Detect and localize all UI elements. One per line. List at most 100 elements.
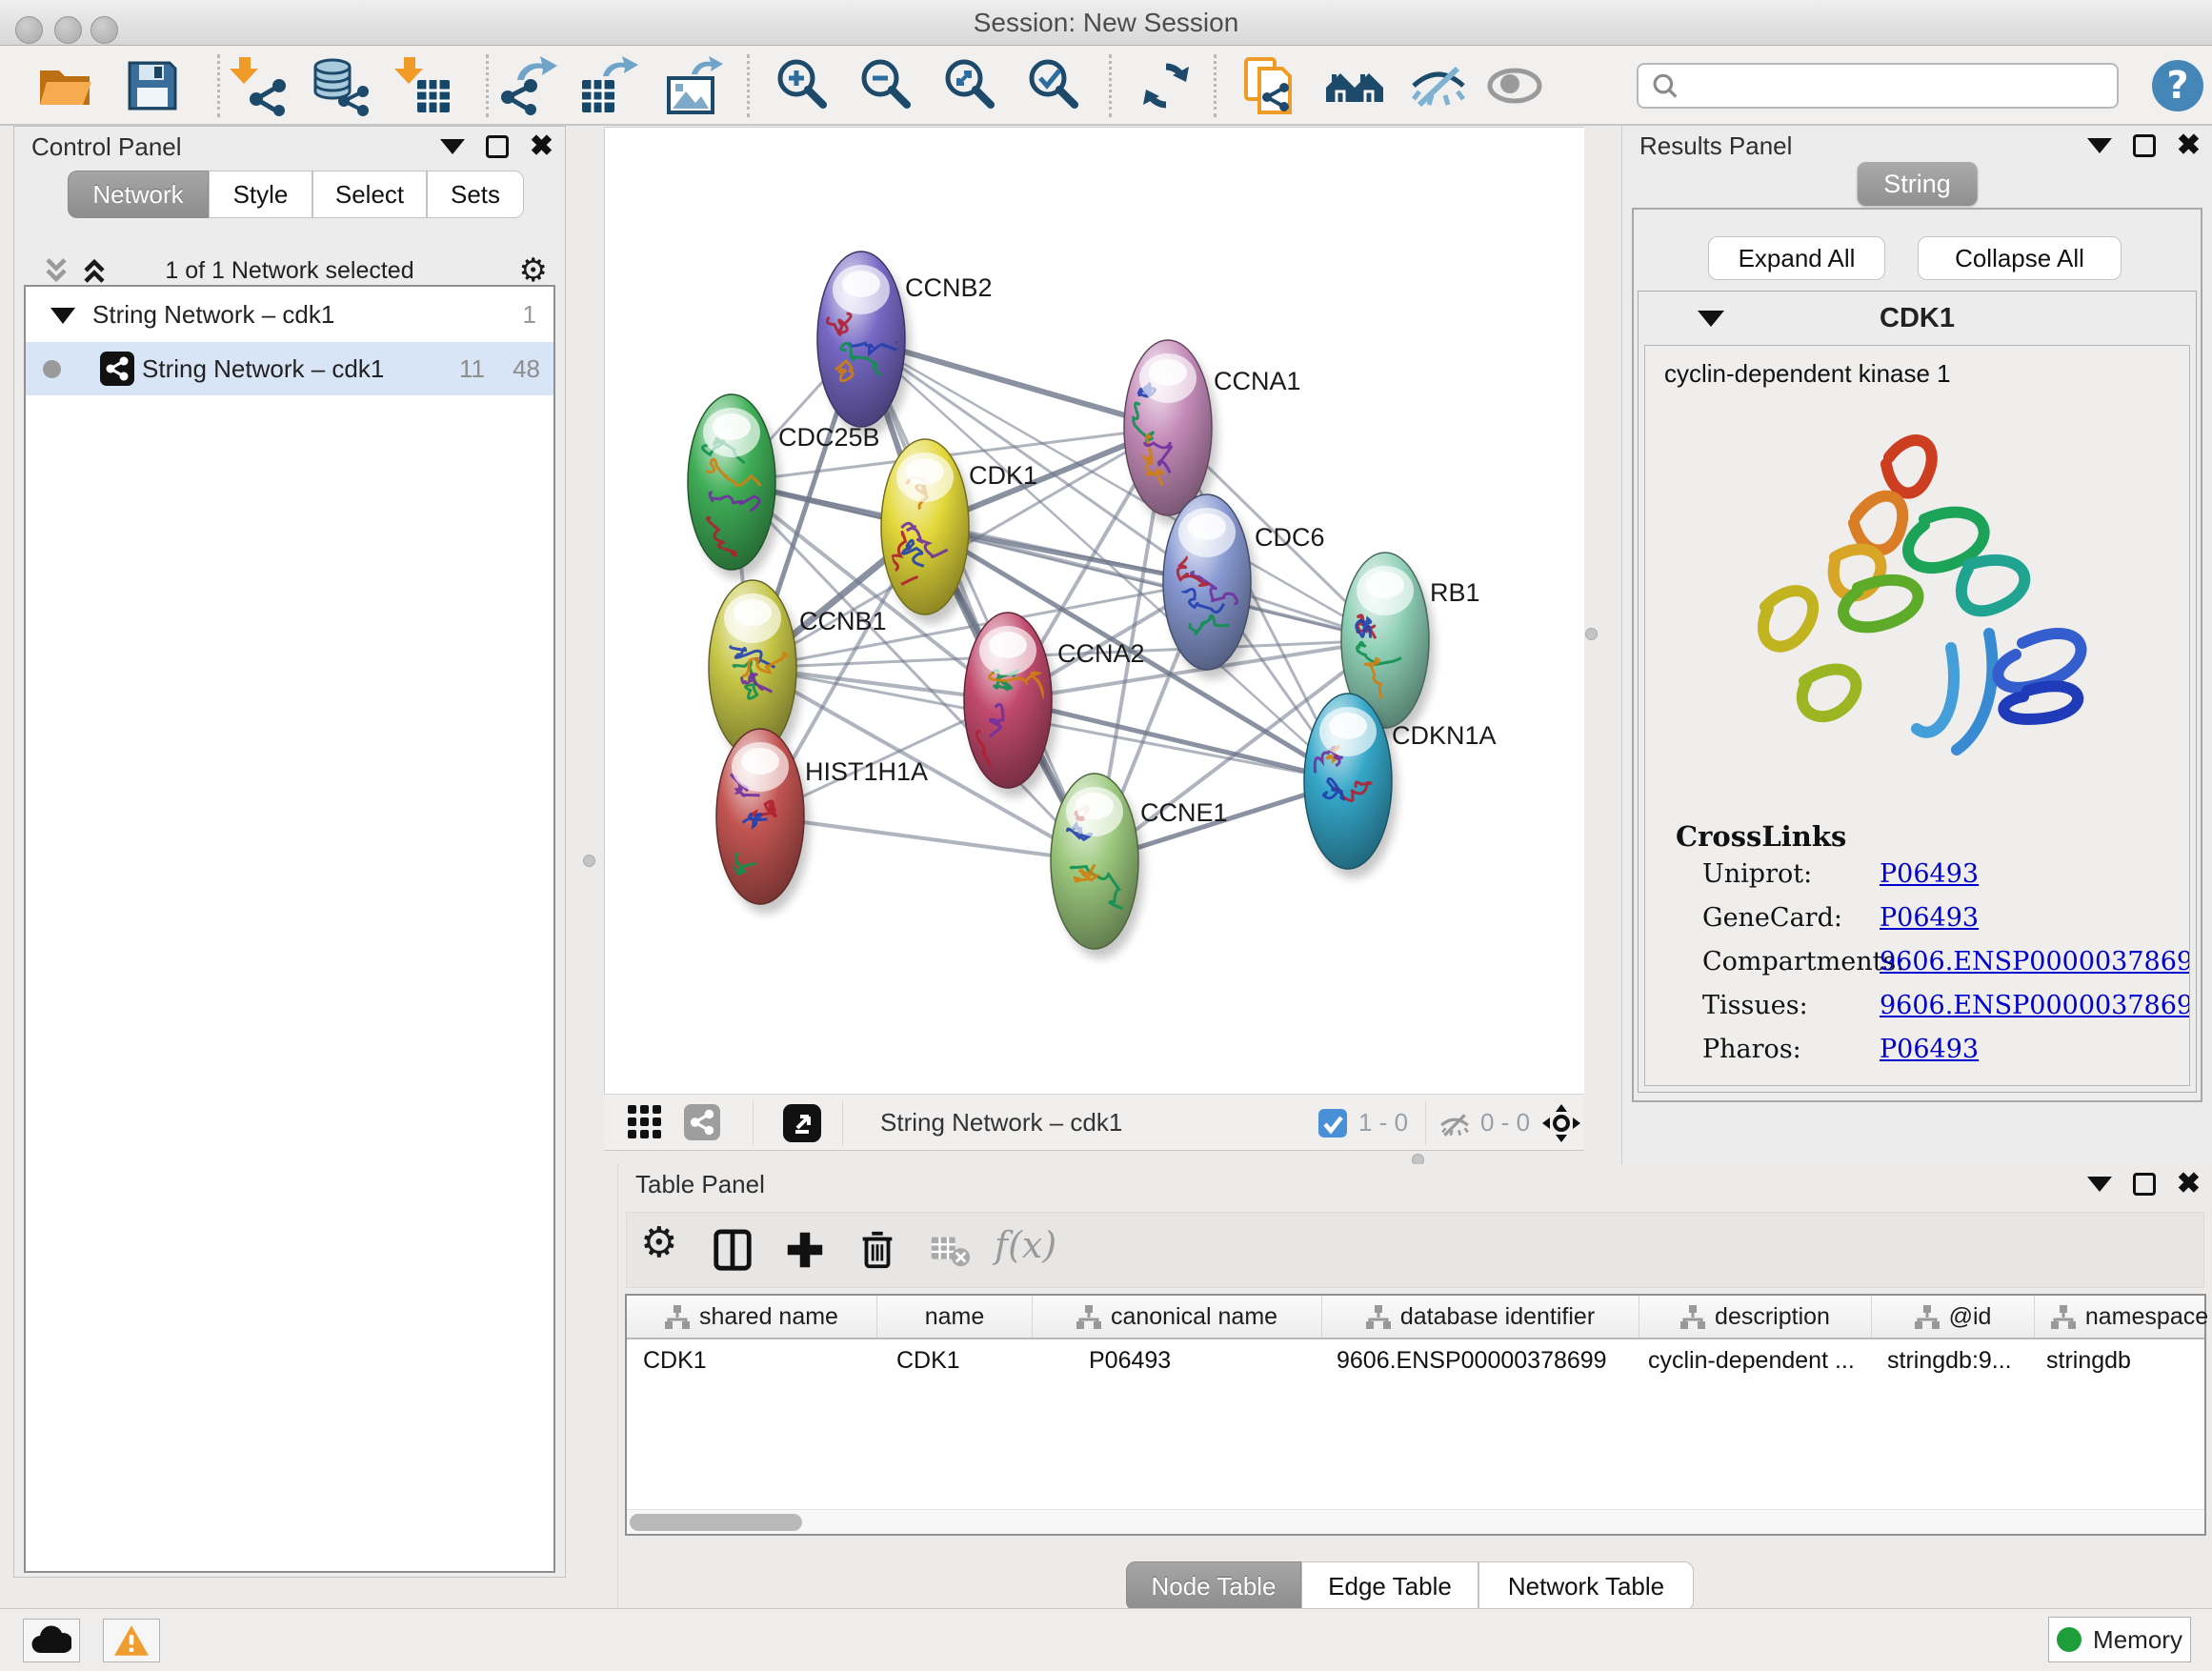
- search-input[interactable]: [1688, 67, 2107, 105]
- hidden-count: 0 - 0: [1480, 1095, 1530, 1150]
- hide-selected-button[interactable]: [1408, 55, 1469, 116]
- eye-slash-icon: [1408, 55, 1469, 116]
- zoom-fit-button[interactable]: [939, 55, 1000, 116]
- collapse-all-button[interactable]: Collapse All: [1918, 236, 2122, 280]
- memory-button[interactable]: Memory: [2048, 1617, 2191, 1662]
- window-minimize-button[interactable]: [54, 16, 82, 44]
- selected-checkbox-icon[interactable]: [1318, 1109, 1347, 1137]
- show-columns-icon[interactable]: [711, 1228, 754, 1272]
- node-label-CCNB1: CCNB1: [799, 607, 887, 635]
- toolbar-divider: [1425, 1100, 1426, 1146]
- network-row-selected[interactable]: String Network – cdk1 11 48: [26, 342, 553, 395]
- tab-node-table[interactable]: Node Table: [1126, 1561, 1301, 1611]
- import-network-from-database-button[interactable]: [310, 55, 371, 116]
- splitter-handle[interactable]: [583, 855, 595, 867]
- crosslink-value-link[interactable]: P06493: [1880, 896, 1979, 940]
- table-cell: CDK1: [877, 1339, 1033, 1381]
- tab-edge-table[interactable]: Edge Table: [1301, 1561, 1478, 1611]
- import-table-from-file-button[interactable]: [392, 55, 453, 116]
- network-node-CCNE1[interactable]: [1051, 774, 1144, 958]
- column-header-canonical-name[interactable]: canonical name: [1033, 1296, 1322, 1338]
- column-header-namespace[interactable]: namespace: [2035, 1296, 2212, 1338]
- open-session-button[interactable]: [34, 55, 95, 116]
- hidden-eye-icon[interactable]: [1438, 1108, 1471, 1140]
- network-node-CDK1[interactable]: [881, 439, 975, 624]
- cloud-button[interactable]: [23, 1619, 80, 1662]
- import-network-from-file-button[interactable]: [228, 55, 289, 116]
- node-result-header[interactable]: CDK1: [1639, 292, 2196, 345]
- panel-menu-icon[interactable]: [2087, 138, 2112, 153]
- crosslink-value-link[interactable]: 9606.ENSP00000378699: [1880, 984, 2190, 1028]
- tab-network-table[interactable]: Network Table: [1478, 1561, 1694, 1611]
- birdseye-navigator-icon[interactable]: [1541, 1103, 1581, 1143]
- network-edge[interactable]: [760, 816, 1095, 861]
- save-session-button[interactable]: [122, 55, 183, 116]
- crosslink-row: Compartments:9606.ENSP00000378699: [1645, 940, 2189, 984]
- toolbar-separator: [1109, 54, 1112, 117]
- crosslink-value-link[interactable]: 9606.ENSP00000378699: [1880, 940, 2190, 984]
- scrollbar-thumb[interactable]: [630, 1514, 802, 1531]
- panel-menu-icon[interactable]: [440, 139, 465, 154]
- network-edge[interactable]: [1008, 700, 1348, 781]
- column-header-database-identifier[interactable]: database identifier: [1322, 1296, 1639, 1338]
- table-horizontal-scrollbar[interactable]: [627, 1509, 2204, 1534]
- collection-expand-icon[interactable]: [50, 308, 75, 324]
- column-header-description[interactable]: description: [1639, 1296, 1872, 1338]
- network-canvas[interactable]: CCNB2CCNA1CDC25BCDK1CDC6RB1CCNB1CCNA2CDK…: [604, 127, 1584, 1094]
- panel-menu-icon[interactable]: [2087, 1177, 2112, 1192]
- network-collection-row[interactable]: String Network – cdk1 1: [26, 287, 553, 342]
- network-node-CDC25B[interactable]: [688, 394, 781, 579]
- network-node-CCNB2[interactable]: [817, 252, 911, 436]
- column-header-name[interactable]: name: [877, 1296, 1033, 1338]
- attribute-type-icon: [2051, 1304, 2076, 1329]
- delete-column-icon[interactable]: [855, 1228, 899, 1272]
- crosslink-value-link[interactable]: P06493: [1880, 1028, 1979, 1072]
- export-network-button[interactable]: [496, 55, 557, 116]
- zoom-out-icon: [855, 55, 916, 116]
- float-panel-icon[interactable]: [486, 135, 509, 158]
- memory-label: Memory: [2093, 1625, 2182, 1655]
- splitter-handle[interactable]: [1585, 628, 1598, 640]
- close-panel-icon[interactable]: ✖: [530, 135, 553, 158]
- table-options-gear-icon[interactable]: ⚙: [640, 1218, 677, 1267]
- tab-select[interactable]: Select: [312, 171, 427, 218]
- show-all-button[interactable]: [1484, 55, 1545, 116]
- help-button[interactable]: ?: [2147, 55, 2208, 116]
- window-zoom-button[interactable]: [90, 16, 118, 44]
- crosslink-value-link[interactable]: P06493: [1880, 853, 1979, 896]
- zoom-out-button[interactable]: [855, 55, 916, 116]
- tab-network[interactable]: Network: [68, 171, 209, 218]
- expand-all-button[interactable]: Expand All: [1708, 236, 1885, 280]
- delete-table-icon: [928, 1228, 972, 1272]
- network-share-icon: [100, 352, 134, 386]
- main-toolbar: ?: [0, 46, 2212, 126]
- toolbar-divider: [842, 1100, 843, 1146]
- export-table-button[interactable]: [578, 55, 639, 116]
- tab-string[interactable]: String: [1857, 162, 1978, 206]
- warnings-button[interactable]: [103, 1619, 160, 1662]
- new-network-from-selection-button[interactable]: [1240, 55, 1301, 116]
- detach-view-icon[interactable]: [783, 1104, 821, 1142]
- tab-style[interactable]: Style: [209, 171, 312, 218]
- float-panel-icon[interactable]: [2133, 1173, 2156, 1196]
- window-close-button[interactable]: [15, 16, 43, 44]
- zoom-fit-icon: [939, 55, 1000, 116]
- zoom-selected-button[interactable]: [1023, 55, 1084, 116]
- grid-view-icon[interactable]: [627, 1104, 663, 1140]
- export-image-button[interactable]: [663, 55, 724, 116]
- first-neighbors-button[interactable]: [1324, 55, 1385, 116]
- network-share-badge-icon[interactable]: [684, 1104, 720, 1140]
- zoom-in-button[interactable]: [772, 55, 833, 116]
- open-folder-icon: [34, 55, 95, 116]
- column-header--id[interactable]: @id: [1872, 1296, 2035, 1338]
- close-panel-icon[interactable]: ✖: [2177, 134, 2201, 157]
- float-panel-icon[interactable]: [2133, 134, 2156, 157]
- create-column-icon[interactable]: [783, 1228, 827, 1272]
- tab-sets[interactable]: Sets: [427, 171, 524, 218]
- table-row[interactable]: CDK1CDK1P064939606.ENSP00000378699cyclin…: [627, 1339, 2204, 1381]
- table-tabs: Node TableEdge TableNetwork Table: [1126, 1561, 1694, 1611]
- node-label-HIST1H1A: HIST1H1A: [805, 757, 928, 786]
- close-panel-icon[interactable]: ✖: [2177, 1173, 2201, 1196]
- refresh-button[interactable]: [1136, 55, 1196, 116]
- column-header-shared-name[interactable]: shared name: [627, 1296, 877, 1338]
